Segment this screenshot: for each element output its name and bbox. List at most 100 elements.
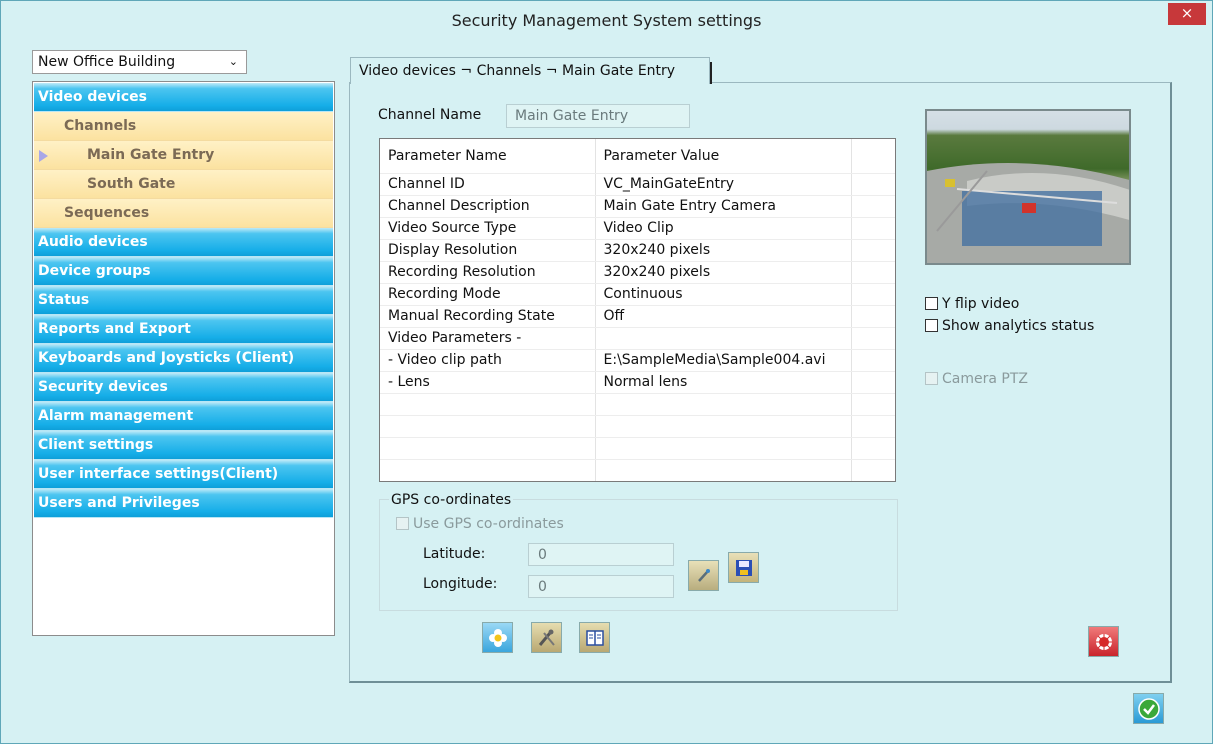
- param-name: Channel Description: [380, 195, 596, 218]
- use-gps-label: Use GPS co-ordinates: [413, 516, 564, 532]
- pick-location-button[interactable]: [688, 560, 719, 591]
- y-flip-label: Y flip video: [942, 296, 1020, 312]
- nav-item-video-devices[interactable]: Video devices: [34, 83, 333, 112]
- param-value[interactable]: E:\SampleMedia\Sample004.avi: [595, 349, 852, 372]
- nav-item-main-gate-entry[interactable]: Main Gate Entry: [34, 141, 333, 170]
- table-cell: [851, 139, 895, 174]
- record-button[interactable]: [1088, 626, 1119, 657]
- checkbox-icon: [396, 517, 409, 530]
- table-row[interactable]: Channel ID VC_MainGateEntry: [380, 173, 895, 196]
- table-row[interactable]: - Video clip path E:\SampleMedia\Sample00…: [380, 349, 895, 372]
- nav-item-client-settings[interactable]: Client settings: [34, 431, 333, 460]
- table-row[interactable]: Manual Recording State Off: [380, 305, 895, 328]
- table-cell: [851, 217, 895, 240]
- nav-item-keyboards-joysticks[interactable]: Keyboards and Joysticks (Client): [34, 344, 333, 373]
- table-cell: [851, 349, 895, 372]
- latitude-label: Latitude:: [423, 546, 486, 562]
- nav-item-sequences[interactable]: Sequences: [34, 199, 333, 228]
- channel-name-label: Channel Name: [378, 107, 482, 123]
- table-row[interactable]: - Lens Normal lens: [380, 371, 895, 394]
- nav-item-south-gate[interactable]: South Gate: [34, 170, 333, 199]
- table-row[interactable]: Video Parameters -: [380, 327, 895, 350]
- gps-group-title: GPS co-ordinates: [389, 492, 514, 508]
- table-cell: [851, 459, 895, 481]
- nav-item-reports-export[interactable]: Reports and Export: [34, 315, 333, 344]
- nav-item-main-gate-entry-label: Main Gate Entry: [87, 147, 215, 163]
- selected-arrow-icon: [39, 150, 48, 162]
- longitude-field: 0: [528, 575, 674, 598]
- param-value[interactable]: Main Gate Entry Camera: [595, 195, 852, 218]
- checkbox-icon: [925, 319, 938, 332]
- table-row: [380, 437, 895, 460]
- camera-frame-image: [927, 163, 1129, 263]
- record-icon: [1095, 633, 1112, 650]
- parameter-grid[interactable]: Parameter Name Parameter Value Channel I…: [379, 138, 896, 482]
- table-row[interactable]: Video Source Type Video Clip: [380, 217, 895, 240]
- table-cell: [380, 393, 596, 416]
- table-cell: [595, 415, 852, 438]
- save-icon: [735, 559, 752, 576]
- table-row: [380, 459, 895, 481]
- nav-item-security-devices[interactable]: Security devices: [34, 373, 333, 402]
- param-value[interactable]: [595, 327, 852, 350]
- table-row: [380, 393, 895, 416]
- table-cell: [851, 437, 895, 460]
- nav-item-device-groups[interactable]: Device groups: [34, 257, 333, 286]
- nav-item-ui-settings[interactable]: User interface settings(Client): [34, 460, 333, 489]
- add-channel-button[interactable]: [482, 622, 513, 653]
- table-row[interactable]: Channel Description Main Gate Entry Camer…: [380, 195, 895, 218]
- longitude-label: Longitude:: [423, 576, 498, 592]
- param-value[interactable]: Video Clip: [595, 217, 852, 240]
- param-name: Video Source Type: [380, 217, 596, 240]
- param-value[interactable]: 320x240 pixels: [595, 239, 852, 262]
- param-name: - Video clip path: [380, 349, 596, 372]
- table-cell: [595, 393, 852, 416]
- table-row[interactable]: Display Resolution 320x240 pixels: [380, 239, 895, 262]
- column-header-name: Parameter Name: [380, 139, 596, 174]
- table-cell: [851, 327, 895, 350]
- param-value[interactable]: 320x240 pixels: [595, 261, 852, 284]
- title-bar: Security Management System settings: [1, 1, 1212, 37]
- table-cell: [851, 371, 895, 394]
- site-select-value: New Office Building: [38, 54, 176, 70]
- param-value[interactable]: Off: [595, 305, 852, 328]
- table-row[interactable]: Recording Resolution 320x240 pixels: [380, 261, 895, 284]
- nav-item-alarm-management[interactable]: Alarm management: [34, 402, 333, 431]
- pick-location-icon: [697, 568, 710, 582]
- window-title: Security Management System settings: [451, 11, 762, 30]
- param-value[interactable]: Normal lens: [595, 371, 852, 394]
- save-location-button[interactable]: [728, 552, 759, 583]
- nav-item-users-privileges[interactable]: Users and Privileges: [34, 489, 333, 518]
- y-flip-checkbox[interactable]: Y flip video: [925, 296, 1019, 312]
- checkbox-icon: [925, 297, 938, 310]
- param-name: Recording Resolution: [380, 261, 596, 284]
- param-value[interactable]: VC_MainGateEntry: [595, 173, 852, 196]
- video-preview: [925, 109, 1131, 265]
- tab-channel-settings[interactable]: Video devices ¬ Channels ¬ Main Gate Ent…: [350, 57, 712, 84]
- latitude-field: 0: [528, 543, 674, 566]
- manual-button[interactable]: [579, 622, 610, 653]
- close-icon: ×: [1180, 4, 1194, 22]
- table-row: [380, 415, 895, 438]
- param-value[interactable]: Continuous: [595, 283, 852, 306]
- close-button[interactable]: ×: [1168, 3, 1206, 25]
- analytics-status-checkbox[interactable]: Show analytics status: [925, 318, 1094, 334]
- ok-button[interactable]: [1133, 693, 1164, 724]
- nav-item-status[interactable]: Status: [34, 286, 333, 315]
- channel-name-field[interactable]: Main Gate Entry: [506, 104, 690, 128]
- checkbox-icon: [925, 372, 938, 385]
- book-icon: [585, 629, 604, 646]
- table-header-row: Parameter Name Parameter Value: [380, 139, 895, 174]
- site-select[interactable]: New Office Building ⌄: [32, 50, 247, 74]
- nav-item-channels[interactable]: Channels: [34, 112, 333, 141]
- param-name: Recording Mode: [380, 283, 596, 306]
- configure-button[interactable]: [531, 622, 562, 653]
- param-name: Manual Recording State: [380, 305, 596, 328]
- param-name: Display Resolution: [380, 239, 596, 262]
- use-gps-checkbox: Use GPS co-ordinates: [396, 516, 564, 532]
- flower-icon: [488, 628, 507, 647]
- nav-item-audio-devices[interactable]: Audio devices: [34, 228, 333, 257]
- table-cell: [851, 305, 895, 328]
- table-cell: [851, 239, 895, 262]
- table-row[interactable]: Recording Mode Continuous: [380, 283, 895, 306]
